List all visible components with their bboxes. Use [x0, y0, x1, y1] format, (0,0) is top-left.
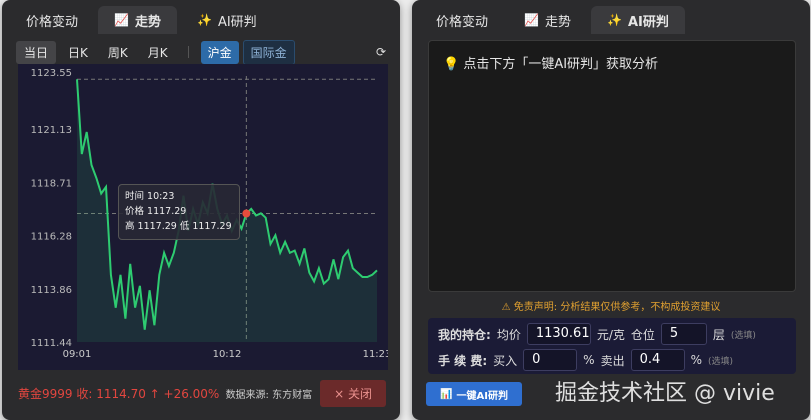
divider [187, 46, 189, 58]
chart-footer: 黄金9999 收: 1114.70 ↑ +26.00% 数据来源: 东方财富 ×… [18, 380, 386, 407]
y-tick-label: 1111.44 [31, 338, 72, 349]
percent-label: % [583, 353, 595, 367]
tab-trend[interactable]: 📈 走势 [508, 6, 587, 34]
tab-bar: 价格变动 📈 走势 ✨ AI研判 [2, 0, 400, 34]
holding-label: 我的持仓: [438, 327, 491, 342]
sparkle-icon: ✨ [606, 13, 622, 27]
bar-chart-icon: 📊 [440, 388, 453, 400]
layer-label: 层 [712, 327, 725, 342]
y-tick-label: 1121.13 [31, 125, 72, 136]
ai-analyze-button[interactable]: 📊 一键AI研判 [426, 382, 522, 406]
quote-summary: 黄金9999 收: 1114.70 ↑ +26.00% [18, 387, 220, 401]
y-tick-label: 1123.55 [31, 68, 72, 79]
tooltip-price: 价格 1117.29 [125, 206, 187, 217]
watermark: 掘金技术社区 @ vivie [555, 381, 775, 406]
trend-panel: 价格变动 📈 走势 ✨ AI研判 当日 日K 周K 月K 沪金 国际金 ⟳ 1123… [2, 0, 400, 420]
lightbulb-icon: 💡 [443, 57, 460, 72]
buy-label: 买入 [493, 353, 518, 368]
tab-ai[interactable]: ✨ AI研判 [181, 6, 273, 34]
holding-form: 我的持仓: 均价 1130.61 元/克 仓位 5 层 (选填) 手 续 费: … [428, 318, 796, 374]
period-month-k[interactable]: 月K [140, 41, 176, 64]
crosshair-marker [242, 209, 251, 218]
period-day-k[interactable]: 日K [60, 41, 96, 64]
tab-label: AI研判 [217, 14, 257, 30]
chart-icon: 📈 [524, 13, 539, 27]
market-intl-gold[interactable]: 国际金 [242, 39, 295, 65]
price-chart[interactable]: 1123.55 1121.13 1118.71 1116.28 1113.86 1111.… [18, 64, 391, 370]
ai-prompt: 点击下方「一键AI研判」获取分析 [463, 57, 659, 72]
tooltip-time: 时间 10:23 [125, 191, 175, 202]
data-source: 数据来源: 东方财富 [225, 390, 313, 401]
tab-bar: 价格变动 📈 走势 ✨ AI研判 [412, 0, 810, 34]
fee-label: 手 续 费: [438, 353, 488, 368]
avg-price-input[interactable]: 1130.61 [526, 323, 591, 345]
tab-trend[interactable]: 📈 走势 [98, 6, 177, 34]
disclaimer: ⚠ 免责声明: 分析结果仅供参考，不构成投资建议 [501, 302, 721, 313]
unit-label: 元/克 [596, 327, 625, 342]
refresh-icon[interactable]: ⟳ [376, 45, 386, 59]
tab-price-change[interactable]: 价格变动 [420, 6, 504, 34]
market-shanghai-gold[interactable]: 沪金 [200, 40, 239, 64]
chart-tooltip: 时间 10:23 价格 1117.29 高 1117.29 低 1117.29 [118, 184, 240, 240]
sparkle-icon: ✨ [196, 13, 212, 27]
tab-ai[interactable]: ✨ AI研判 [590, 6, 685, 34]
y-tick-label: 1116.28 [31, 232, 72, 243]
tab-label: AI研判 [627, 14, 669, 30]
ai-result-box: 💡 点击下方「一键AI研判」获取分析 [428, 40, 796, 292]
sell-label: 卖出 [600, 353, 625, 368]
chart-toolbar: 当日 日K 周K 月K 沪金 国际金 ⟳ [2, 38, 400, 66]
close-button[interactable]: × 关闭 [320, 380, 386, 407]
optional-hint: (选填) [708, 356, 734, 367]
y-tick-label: 1118.71 [31, 178, 72, 189]
x-tick-label: 09:01 [63, 349, 92, 360]
period-week-k[interactable]: 周K [100, 41, 136, 64]
percent-label: % [690, 353, 702, 367]
position-label: 仓位 [630, 327, 655, 342]
ai-panel: 价格变动 📈 走势 ✨ AI研判 💡 点击下方「一键AI研判」获取分析 ⚠ 免责声明… [412, 0, 810, 420]
avg-price-label: 均价 [496, 327, 521, 342]
x-tick-label: 11:23 [363, 349, 388, 360]
position-input[interactable]: 5 [660, 323, 707, 345]
sell-fee-input[interactable]: 0.4 [630, 349, 685, 371]
y-tick-label: 1113.86 [31, 285, 72, 296]
tab-label: 走势 [134, 14, 161, 30]
x-tick-label: 10:12 [213, 349, 242, 360]
tab-label: 走势 [544, 14, 571, 30]
buy-fee-input[interactable]: 0 [523, 349, 578, 371]
optional-hint: (选填) [730, 330, 756, 341]
chart-icon: 📈 [114, 13, 129, 27]
tooltip-high-low: 高 1117.29 低 1117.29 [125, 221, 232, 232]
button-label: 一键AI研判 [456, 390, 508, 402]
period-today[interactable]: 当日 [16, 40, 57, 64]
tab-price-change[interactable]: 价格变动 [10, 6, 94, 34]
